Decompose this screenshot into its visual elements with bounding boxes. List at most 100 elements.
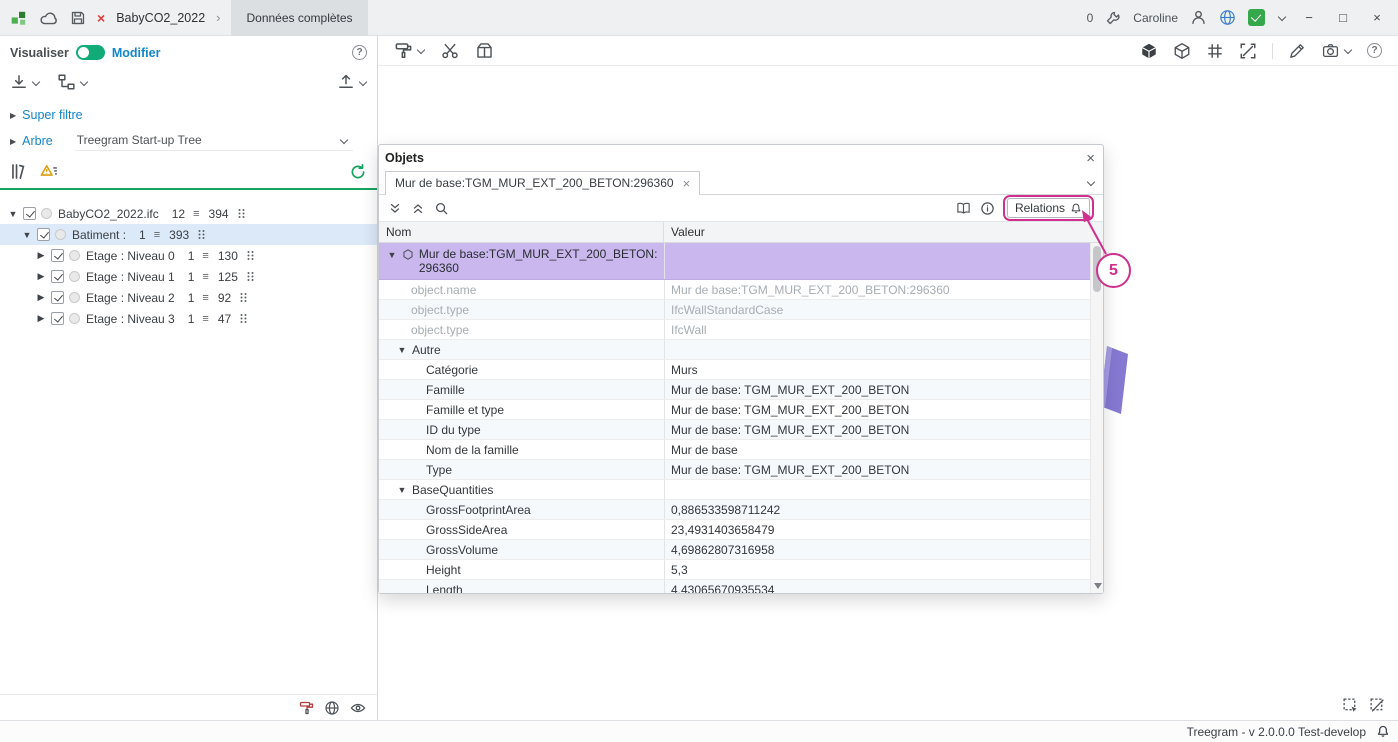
paint-roller-icon[interactable] [299, 700, 315, 716]
objects-panel-close-icon[interactable]: × [1086, 151, 1095, 166]
visibility-circle-icon[interactable] [41, 208, 52, 219]
super-filtre-label[interactable]: Super filtre [22, 108, 82, 122]
expand-icon[interactable]: ▼ [22, 230, 32, 240]
help-icon[interactable]: ? [352, 45, 367, 60]
visibility-circle-icon[interactable] [69, 313, 80, 324]
window-close-button[interactable]: × [1366, 10, 1388, 25]
checkbox[interactable] [51, 312, 64, 325]
visibility-circle-icon[interactable] [69, 271, 80, 282]
breadcrumb-project[interactable]: BabyCO2_2022 [116, 11, 205, 25]
super-filtre-expand-icon[interactable]: ▶ [10, 111, 16, 120]
viewport-help-icon[interactable]: ? [1367, 43, 1382, 58]
tree-item[interactable]: ▶ Etage : Niveau 1 1 ≡ 125 [0, 266, 377, 287]
cube-copy-icon[interactable] [1173, 42, 1191, 60]
info-icon[interactable] [980, 201, 995, 216]
tree-item[interactable]: ▶ Etage : Niveau 0 1 ≡ 130 [0, 245, 377, 266]
expand-icon[interactable]: ▶ [36, 250, 46, 261]
tab-donnees-completes[interactable]: Données complètes [231, 0, 367, 36]
camera-chevron-icon[interactable] [1343, 46, 1352, 55]
search-icon[interactable] [434, 201, 449, 216]
annotate-pen-icon[interactable] [1288, 42, 1306, 60]
arbre-expand-icon[interactable]: ▶ [10, 137, 16, 146]
checkbox[interactable] [37, 228, 50, 241]
move-grid-icon[interactable] [1206, 42, 1224, 60]
tree-structure-icon[interactable] [57, 73, 76, 91]
expand-icon[interactable]: ▶ [36, 313, 46, 324]
select-box-icon[interactable] [1342, 697, 1359, 714]
property-group-row[interactable]: ▼ Autre [379, 340, 1103, 360]
checkbox[interactable] [51, 270, 64, 283]
property-row[interactable]: Nom de la famille Mur de base [379, 440, 1103, 460]
window-maximize-button[interactable]: □ [1332, 10, 1354, 25]
column-header-valeur[interactable]: Valeur [664, 222, 1103, 242]
property-group-row[interactable]: ▼ BaseQuantities [379, 480, 1103, 500]
box-section-icon[interactable] [475, 41, 494, 60]
property-row[interactable]: ID du type Mur de base: TGM_MUR_EXT_200_… [379, 420, 1103, 440]
export-icon[interactable] [337, 73, 355, 91]
expand-icon[interactable]: ▶ [36, 292, 46, 303]
library-icon[interactable] [10, 162, 29, 181]
camera-icon[interactable] [1321, 42, 1340, 59]
group-collapse-icon[interactable]: ▼ [397, 482, 407, 498]
property-row[interactable]: object.name Mur de base:TGM_MUR_EXT_200_… [379, 280, 1103, 300]
checkbox[interactable] [51, 249, 64, 262]
tree-item[interactable]: ▼ Batiment : 1 ≡ 393 [0, 224, 377, 245]
web-globe-icon[interactable] [324, 700, 340, 716]
window-minimize-button[interactable]: − [1298, 10, 1320, 25]
save-icon[interactable] [70, 10, 86, 26]
tab-list-chevron-icon[interactable] [1086, 178, 1095, 187]
warning-filter-icon[interactable] [39, 162, 58, 181]
appearance-paint-icon[interactable] [394, 41, 413, 60]
group-collapse-icon[interactable]: ▼ [397, 342, 407, 358]
arbre-label[interactable]: Arbre [22, 134, 53, 148]
mode-toggle[interactable] [76, 45, 105, 60]
property-row[interactable]: Height 5,3 [379, 560, 1103, 580]
tree-item[interactable]: ▼ BabyCO2_2022.ifc 12 ≡ 394 [0, 203, 377, 224]
visibility-circle-icon[interactable] [55, 229, 66, 240]
close-project-icon[interactable]: × [97, 10, 105, 26]
notifications-bell-icon[interactable] [1376, 724, 1390, 739]
scrollbar-down-arrow[interactable] [1094, 583, 1102, 589]
visibility-circle-icon[interactable] [69, 250, 80, 261]
cube-solid-icon[interactable] [1140, 42, 1158, 60]
cut-section-icon[interactable] [440, 41, 460, 60]
checkbox[interactable] [51, 291, 64, 304]
cloud-icon[interactable] [39, 10, 59, 26]
deselect-box-icon[interactable] [1369, 697, 1386, 714]
tools-icon[interactable] [1105, 10, 1121, 26]
property-row[interactable]: GrossFootprintArea 0,886533598711242 [379, 500, 1103, 520]
tree-type-select[interactable]: Treegram Start-up Tree [75, 131, 353, 151]
book-icon[interactable] [955, 201, 972, 216]
fit-view-icon[interactable] [1239, 42, 1257, 60]
scrollbar[interactable] [1090, 243, 1103, 593]
property-row[interactable]: Famille et type Mur de base: TGM_MUR_EXT… [379, 400, 1103, 420]
checkbox[interactable] [23, 207, 36, 220]
object-header-row[interactable]: ▼ Mur de base:TGM_MUR_EXT_200_BETON:2963… [379, 243, 1103, 280]
import-chevron-icon[interactable] [31, 78, 40, 87]
eye-icon[interactable] [349, 700, 367, 716]
account-status-icon[interactable] [1248, 9, 1265, 26]
refresh-icon[interactable] [349, 163, 367, 181]
property-row[interactable]: Famille Mur de base: TGM_MUR_EXT_200_BET… [379, 380, 1103, 400]
expand-all-icon[interactable] [411, 201, 425, 216]
tree-item[interactable]: ▶ Etage : Niveau 2 1 ≡ 92 [0, 287, 377, 308]
property-row[interactable]: Type Mur de base: TGM_MUR_EXT_200_BETON [379, 460, 1103, 480]
visibility-circle-icon[interactable] [69, 292, 80, 303]
relations-button[interactable]: Relations [1007, 198, 1090, 218]
user-avatar-icon[interactable] [1190, 9, 1207, 26]
expand-icon[interactable]: ▼ [8, 209, 18, 219]
column-header-nom[interactable]: Nom [379, 222, 664, 242]
collapse-icon[interactable]: ▼ [387, 247, 397, 263]
object-tab-close-icon[interactable]: × [683, 177, 691, 190]
property-row[interactable]: GrossVolume 4,69862807316958 [379, 540, 1103, 560]
tree-item[interactable]: ▶ Etage : Niveau 3 1 ≡ 47 [0, 308, 377, 329]
user-name[interactable]: Caroline [1133, 11, 1178, 25]
tree-structure-chevron-icon[interactable] [79, 78, 88, 87]
account-chevron-icon[interactable] [1277, 13, 1286, 22]
property-row[interactable]: GrossSideArea 23,4931403658479 [379, 520, 1103, 540]
super-filtre-section[interactable]: ▶ Super filtre [10, 108, 377, 122]
property-row[interactable]: Catégorie Murs [379, 360, 1103, 380]
property-row[interactable]: Length 4,43065670935534 [379, 580, 1103, 593]
mode-modifier-label[interactable]: Modifier [112, 46, 161, 60]
export-chevron-icon[interactable] [358, 78, 367, 87]
